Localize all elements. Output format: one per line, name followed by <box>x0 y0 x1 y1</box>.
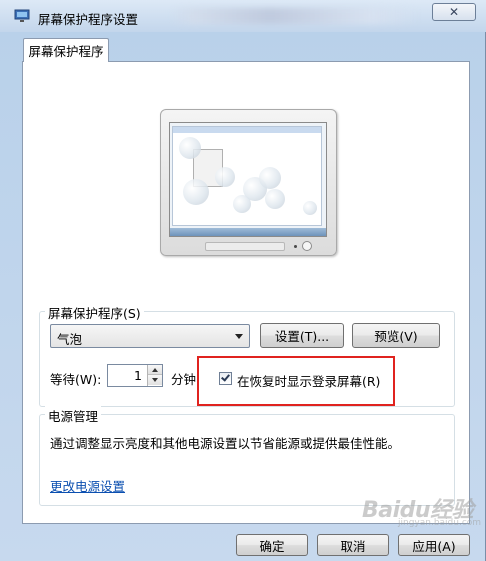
window-title: 屏幕保护程序设置 <box>38 12 139 27</box>
settings-button-label: 设置(T)... <box>274 329 330 344</box>
preview-button[interactable]: 预览(V) <box>352 323 440 348</box>
screensaver-select[interactable]: 气泡 <box>50 324 250 348</box>
blurred-title-area <box>170 8 420 24</box>
watermark-url: jingyan.baidu.com <box>398 518 482 528</box>
screensaver-selected-value: 气泡 <box>57 332 83 347</box>
power-description: 通过调整显示亮度和其他电源设置以节省能源或提供最佳性能。 <box>50 436 401 451</box>
monitor-power-icon <box>302 241 312 251</box>
preview-button-label: 预览(V) <box>374 329 418 344</box>
close-button[interactable]: ✕ <box>432 3 476 21</box>
monitor-preview <box>160 109 337 256</box>
minutes-label: 分钟 <box>171 372 197 387</box>
preview-taskbar <box>170 228 326 236</box>
tab-label: 屏幕保护程序 <box>28 44 104 59</box>
preview-window-thumbnail <box>172 126 322 226</box>
change-power-settings-link[interactable]: 更改电源设置 <box>50 476 125 495</box>
bubble <box>215 167 235 187</box>
bubble <box>303 201 317 215</box>
monitor-led <box>294 245 297 248</box>
arrow-down-icon <box>152 378 158 382</box>
chevron-down-icon <box>235 334 243 339</box>
bubble <box>265 189 285 209</box>
tab-screensaver[interactable]: 屏幕保护程序 <box>23 38 109 62</box>
ok-button[interactable]: 确定 <box>236 534 308 556</box>
bubble <box>259 167 281 189</box>
preview-screen <box>169 122 327 237</box>
screensaver-settings-window: 屏幕保护程序设置 ✕ 屏幕保护程序 屏幕保护程序(S) 气泡 设置(T)... … <box>0 0 486 561</box>
cancel-button[interactable]: 取消 <box>317 534 389 556</box>
apply-button[interactable]: 应用(A) <box>398 534 470 556</box>
bubble <box>183 179 209 205</box>
wait-label: 等待(W): <box>50 372 102 387</box>
display-properties-icon <box>14 9 30 22</box>
bubble <box>179 137 201 159</box>
settings-button[interactable]: 设置(T)... <box>260 323 344 348</box>
screensaver-group-label: 屏幕保护程序(S) <box>45 303 144 322</box>
arrow-up-icon <box>152 368 158 372</box>
apply-button-label: 应用(A) <box>412 538 456 554</box>
stepper-buttons <box>147 365 162 386</box>
highlight-annotation-box <box>197 356 395 406</box>
wait-minutes-value: 1 <box>134 368 142 383</box>
baidu-watermark: Baidu经验 jingyan.baidu.com <box>362 492 482 528</box>
ok-button-label: 确定 <box>259 538 285 554</box>
stepper-down-button[interactable] <box>148 375 162 385</box>
wait-minutes-stepper[interactable]: 1 <box>107 364 163 387</box>
close-icon: ✕ <box>448 5 460 19</box>
title-bar[interactable]: 屏幕保护程序设置 ✕ <box>0 0 486 32</box>
cancel-button-label: 取消 <box>340 538 366 554</box>
power-group-label: 电源管理 <box>45 406 102 425</box>
bubble <box>233 195 251 213</box>
preview-titlebar <box>173 127 321 133</box>
stepper-up-button[interactable] <box>148 365 162 375</box>
monitor-bezel-bottom <box>205 242 285 251</box>
